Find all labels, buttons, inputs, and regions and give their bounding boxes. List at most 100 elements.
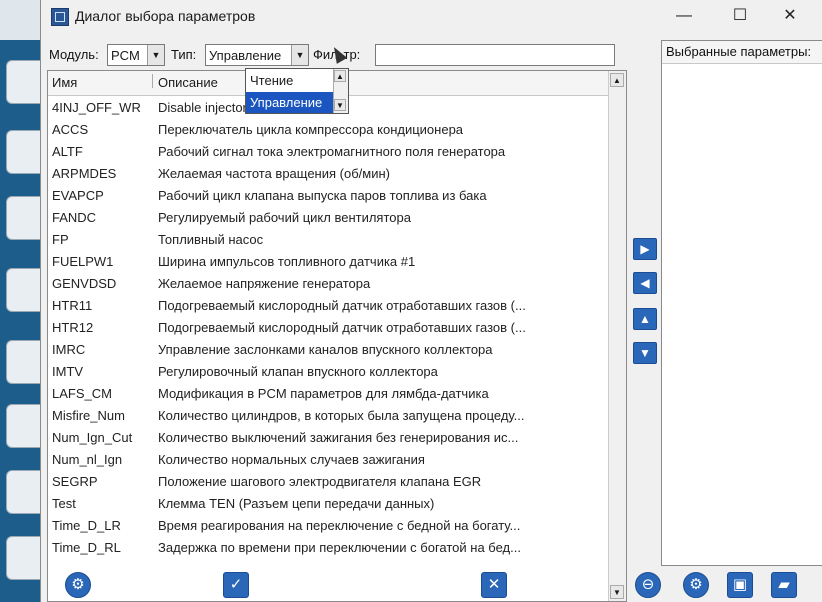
column-header-description[interactable]: Описание [158, 75, 218, 90]
parameter-name: Misfire_Num [52, 408, 125, 423]
parameter-name: Num_nl_Ign [52, 452, 123, 467]
parameter-name: Test [52, 496, 76, 511]
parameter-name: HTR11 [52, 298, 93, 313]
parameter-selection-dialog: Диалог выбора параметров — ☐ ✕ Модуль: P… [40, 0, 822, 602]
list-item[interactable]: Num_nl_Ign Количество нормальных случаев … [48, 449, 608, 471]
parameter-name: Num_Ign_Cut [52, 430, 133, 445]
parameter-description: Желаемая частота вращения (об/мин) [158, 166, 390, 181]
parameter-list: Имя Описание 4INJ_OFF_WR Disable injector… [47, 70, 627, 602]
module-select[interactable]: PCM ▼ [107, 44, 165, 66]
confirm-button[interactable]: ✓ [223, 572, 249, 598]
dropdown-option-control[interactable]: Управление [246, 92, 334, 113]
parameter-name: HTR12 [52, 320, 94, 335]
type-label: Тип: [171, 47, 197, 62]
parameter-description: Управление заслонками каналов впускного … [158, 342, 493, 357]
settings-button[interactable]: ⚙ [65, 572, 91, 598]
app-icon [51, 8, 69, 26]
minimize-button[interactable]: — [661, 4, 707, 28]
list-item[interactable]: LAFS_CM Модификация в PCM параметров для … [48, 383, 608, 405]
folder-open-icon: ▰ [778, 576, 790, 593]
parameter-description: Рабочий сигнал тока электромагнитного по… [158, 144, 506, 159]
open-button[interactable]: ▰ [771, 572, 797, 598]
list-item[interactable]: Time_D_LR Время реагирования на переключе… [48, 515, 608, 537]
parameter-name: LAFS_CM [52, 386, 112, 401]
parameter-description: Положение шагового электродвигателя клап… [158, 474, 482, 489]
parameter-name: FP [52, 232, 69, 247]
parameter-description: Желаемое напряжение генератора [158, 276, 371, 291]
parameter-description: Регулировочный клапан впускного коллекто… [158, 364, 438, 379]
parameter-name: IMRC [52, 342, 86, 357]
list-item[interactable]: ALTF Рабочий сигнал тока электромагнитног… [48, 141, 608, 163]
move-up-button[interactable]: ▲ [633, 308, 657, 330]
maximize-button[interactable]: ☐ [717, 4, 763, 28]
list-item[interactable]: IMTV Регулировочный клапан впускного колл… [48, 361, 608, 383]
arrow-left-icon: ◀ [640, 276, 650, 290]
parameter-description: Рабочий цикл клапана выпуска паров топли… [158, 188, 487, 203]
list-item[interactable]: IMRC Управление заслонками каналов впускн… [48, 339, 608, 361]
list-item[interactable]: Num_Ign_Cut Количество выключений зажиган… [48, 427, 608, 449]
list-item[interactable]: HTR11 Подогреваемый кислородный датчик от… [48, 295, 608, 317]
clear-button[interactable]: ⊖ [635, 572, 661, 598]
scroll-down-icon[interactable]: ▼ [334, 99, 346, 111]
list-item[interactable]: FP Топливный насос [48, 229, 608, 251]
parameter-name: GENVDSD [52, 276, 117, 291]
sort-icon [144, 74, 153, 88]
parameter-name: IMTV [52, 364, 84, 379]
list-item[interactable]: Time_D_RL Задержка по времени при переклю… [48, 537, 608, 559]
list-item[interactable]: Test Клемма TEN (Разъем цепи передачи дан… [48, 493, 608, 515]
list-item[interactable]: EVAPCP Рабочий цикл клапана выпуска паров… [48, 185, 608, 207]
trash-icon: ⊖ [641, 576, 655, 593]
window-title: Диалог выбора параметров [75, 8, 256, 24]
module-select-value: PCM [111, 48, 140, 63]
close-button[interactable]: ✕ [767, 4, 813, 28]
parameter-name: ACCS [52, 122, 89, 137]
scroll-down-icon[interactable]: ▼ [610, 585, 624, 599]
parameter-name: Time_D_RL [52, 540, 121, 555]
list-scrollbar[interactable]: ▲ ▼ [608, 71, 626, 601]
list-item[interactable]: SEGRP Положение шагового электродвигателя… [48, 471, 608, 493]
chevron-down-icon[interactable]: ▼ [291, 45, 308, 65]
parameter-name: SEGRP [52, 474, 98, 489]
type-select-value: Управление [209, 48, 282, 63]
parameter-description: Disable injector [158, 100, 247, 115]
arrow-down-icon: ▼ [639, 346, 651, 360]
arrow-right-icon: ▶ [640, 242, 650, 256]
list-item[interactable]: GENVDSD Желаемое напряжение генератора [48, 273, 608, 295]
parameter-name: ARPMDES [52, 166, 117, 181]
parameter-name: ALTF [52, 144, 83, 159]
selected-parameters-header: Выбранные параметры: [662, 41, 822, 64]
add-parameter-button[interactable]: ▶ [633, 238, 657, 260]
selected-parameters-panel: Выбранные параметры: [661, 40, 822, 566]
cancel-button[interactable]: ✕ [481, 572, 507, 598]
list-rows: 4INJ_OFF_WR Disable injector ACCS Переключа… [48, 97, 608, 559]
list-item[interactable]: HTR12 Подогреваемый кислородный датчик от… [48, 317, 608, 339]
scroll-up-icon[interactable]: ▲ [610, 73, 624, 87]
parameter-description: Ширина импульсов топливного датчика #1 [158, 254, 416, 269]
list-item[interactable]: ARPMDES Желаемая частота вращения (об/мин… [48, 163, 608, 185]
parameter-description: Переключатель цикла компрессора кондицио… [158, 122, 464, 137]
column-header-name[interactable]: Имя [52, 75, 77, 90]
parameter-name: FANDC [52, 210, 97, 225]
save-icon: ▣ [732, 576, 748, 593]
list-item[interactable]: ACCS Переключатель цикла компрессора конд… [48, 119, 608, 141]
parameter-description: Подогреваемый кислородный датчик отработ… [158, 298, 526, 313]
checkmark-icon: ✓ [229, 576, 243, 593]
dropdown-option-read[interactable]: Чтение [246, 70, 334, 91]
gear-icon: ⚙ [71, 576, 85, 593]
parameter-description: Модификация в PCM параметров для лямбда-… [158, 386, 489, 401]
list-item[interactable]: Misfire_Num Количество цилиндров, в котор… [48, 405, 608, 427]
scroll-up-icon[interactable]: ▲ [334, 70, 346, 82]
parameter-description: Задержка по времени при переключении с б… [158, 540, 521, 555]
close-icon: ✕ [487, 576, 501, 593]
type-select[interactable]: Управление ▼ [205, 44, 309, 66]
move-down-button[interactable]: ▼ [633, 342, 657, 364]
filter-input[interactable] [375, 44, 615, 66]
list-item[interactable]: FUELPW1 Ширина импульсов топливного датчи… [48, 251, 608, 273]
list-item[interactable]: FANDC Регулируемый рабочий цикл вентилято… [48, 207, 608, 229]
save-button[interactable]: ▣ [727, 572, 753, 598]
type-dropdown-popup: Чтение Управление ▲ ▼ [245, 68, 349, 114]
remove-parameter-button[interactable]: ◀ [633, 272, 657, 294]
dropdown-scrollbar[interactable]: ▲ ▼ [333, 69, 348, 113]
chevron-down-icon[interactable]: ▼ [147, 45, 164, 65]
options-button[interactable]: ⚙ [683, 572, 709, 598]
